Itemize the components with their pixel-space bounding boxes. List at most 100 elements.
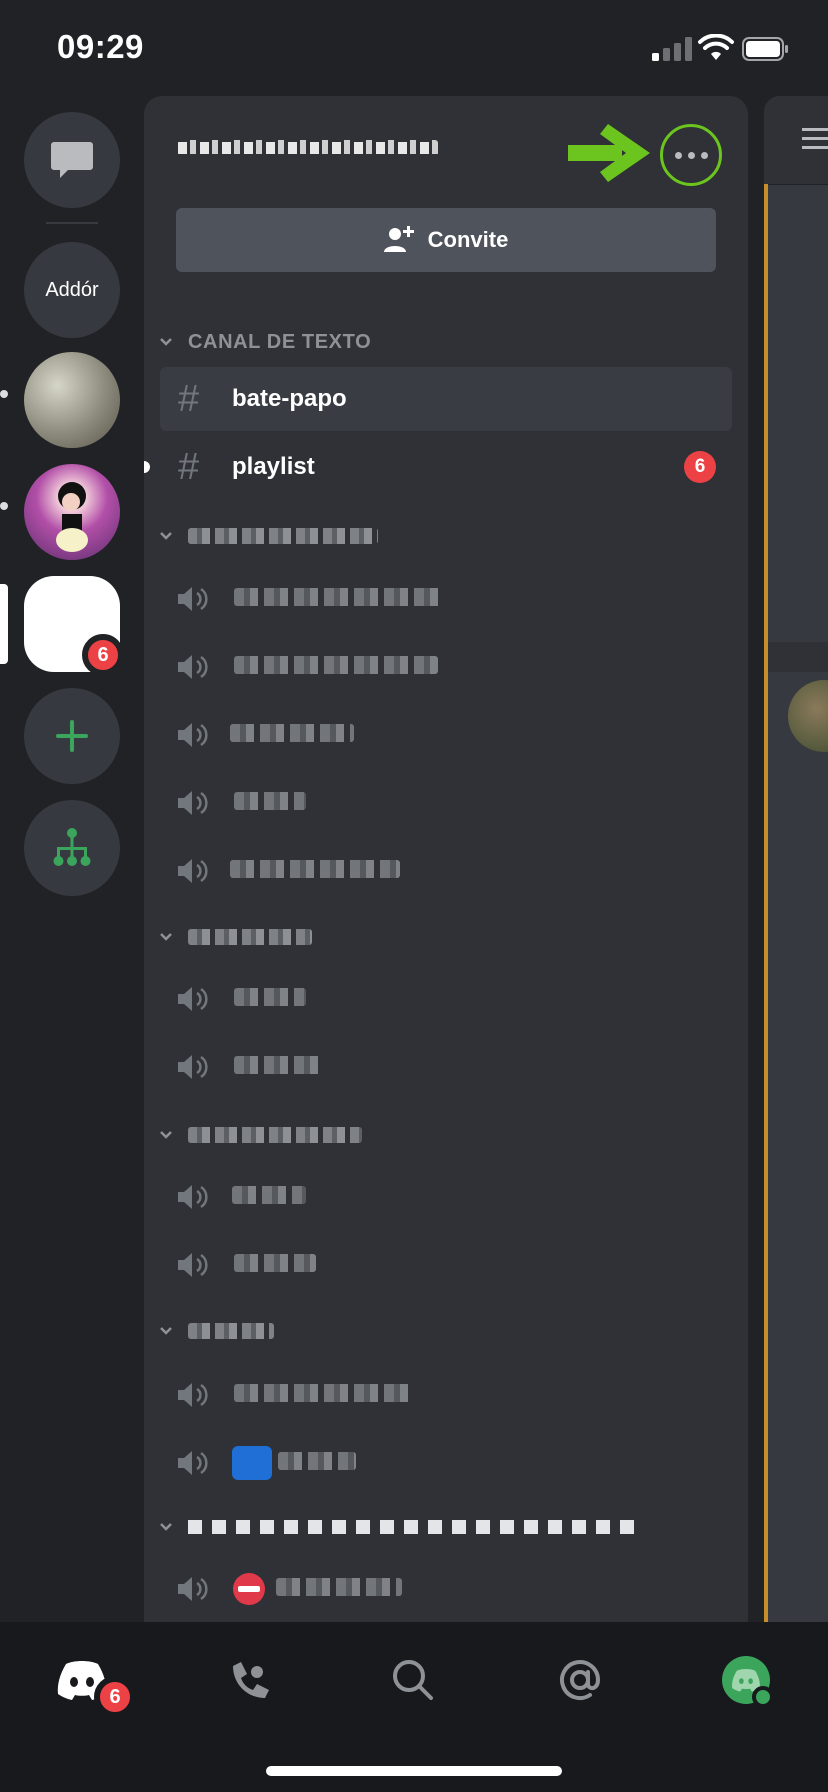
hashtag-icon: # <box>178 378 200 420</box>
add-user-icon <box>383 226 414 252</box>
category-name-squares <box>188 1520 634 1534</box>
speaker-icon <box>178 1055 208 1079</box>
more-dots-icon <box>674 151 708 159</box>
nav-search[interactable] <box>385 1652 441 1708</box>
chat-header <box>764 96 828 185</box>
category-header[interactable] <box>158 521 378 551</box>
cellular-signal-icon <box>652 37 692 61</box>
channel-name: bate-papo <box>232 385 347 412</box>
channel-playlist[interactable]: # playlist 6 <box>144 435 732 499</box>
voice-channel[interactable] <box>176 1166 716 1226</box>
channel-name: playlist <box>232 453 315 480</box>
chat-peek[interactable] <box>764 96 828 1622</box>
server-avatar-1[interactable] <box>24 352 120 448</box>
voice-channel[interactable] <box>176 636 716 696</box>
voice-channel-name-redacted <box>232 1186 306 1204</box>
category-name: CANAL DE TEXTO <box>188 330 372 353</box>
chevron-down-icon <box>160 1131 172 1139</box>
voice-channel[interactable] <box>176 1234 716 1294</box>
chevron-down-icon <box>160 933 172 941</box>
voice-channel-name-redacted <box>234 1056 320 1074</box>
invite-button[interactable]: Convite <box>176 208 716 272</box>
speaker-icon <box>178 1383 208 1407</box>
speaker-icon <box>178 655 208 679</box>
server-name-redacted <box>178 140 438 156</box>
chevron-down-icon <box>160 1327 172 1335</box>
category-name-redacted <box>188 929 312 945</box>
message-avatar[interactable] <box>788 680 828 752</box>
selected-server-indicator <box>0 584 8 664</box>
voice-channel[interactable] <box>176 704 716 764</box>
server-folder-button[interactable]: Addór <box>24 242 120 338</box>
server-rail: Addór 6 <box>0 96 144 1622</box>
category-name-redacted <box>188 1127 362 1143</box>
speaker-icon <box>178 1451 208 1475</box>
add-server-button[interactable] <box>24 688 120 784</box>
nav-friends[interactable] <box>222 1652 278 1708</box>
category-header[interactable] <box>158 1316 274 1346</box>
home-indicator[interactable] <box>266 1766 562 1776</box>
profile-avatar <box>722 1656 774 1708</box>
speaker-icon <box>178 1577 208 1601</box>
chevron-down-icon <box>160 532 172 540</box>
highlight-bar <box>764 184 768 1622</box>
channel-bate-papo[interactable]: # bate-papo <box>160 367 732 431</box>
speaker-icon <box>178 791 208 815</box>
voice-channel[interactable] <box>176 772 716 832</box>
discover-servers-button[interactable] <box>24 800 120 896</box>
server-mention-badge: 6 <box>82 634 124 676</box>
speaker-icon <box>178 723 208 747</box>
chat-bubble-icon <box>51 142 93 178</box>
speaker-icon <box>178 1253 208 1277</box>
hamburger-icon[interactable] <box>802 126 828 152</box>
category-name-redacted <box>188 1323 274 1339</box>
voice-channel[interactable] <box>176 968 716 1028</box>
server-folder-label: Addór <box>45 278 99 301</box>
divider-band <box>768 642 828 672</box>
voice-channel-name-redacted <box>234 792 306 810</box>
unread-indicator <box>144 461 150 473</box>
voice-channel[interactable] <box>176 1036 716 1096</box>
green-arrow-annotation <box>568 124 650 182</box>
rail-separator <box>46 222 98 224</box>
chevron-down-icon <box>160 338 172 346</box>
voice-channel[interactable] <box>176 568 716 628</box>
speaker-icon <box>178 987 208 1011</box>
direct-messages-button[interactable] <box>24 112 120 208</box>
category-header[interactable]: CANAL DE TEXTO <box>158 327 371 357</box>
voice-channel[interactable] <box>176 1432 716 1492</box>
hub-icon <box>53 828 91 866</box>
plus-icon <box>56 720 88 752</box>
online-status-dot <box>752 1686 774 1708</box>
channel-mention-badge: 6 <box>684 451 716 483</box>
server-unread-indicator <box>0 502 8 510</box>
voice-channel-name-redacted <box>234 656 438 674</box>
channel-emoji <box>232 1446 272 1480</box>
friends-icon <box>233 1662 269 1698</box>
category-header[interactable] <box>158 1120 362 1150</box>
home-notification-badge: 6 <box>94 1676 136 1718</box>
voice-channel[interactable] <box>176 1364 716 1424</box>
speaker-icon <box>178 587 208 611</box>
wifi-icon <box>698 34 734 60</box>
nav-mentions[interactable] <box>552 1652 608 1708</box>
battery-icon <box>742 37 788 61</box>
invite-label: Convite <box>427 227 509 252</box>
category-name-redacted <box>188 528 378 544</box>
speaker-icon <box>178 1185 208 1209</box>
voice-channel[interactable] <box>176 840 716 900</box>
voice-channel-name-redacted <box>234 1384 410 1402</box>
server-avatar-2[interactable] <box>24 464 120 560</box>
category-header[interactable] <box>158 922 312 952</box>
category-header[interactable] <box>158 1512 634 1542</box>
speaker-icon <box>178 859 208 883</box>
voice-channel[interactable] <box>176 1558 716 1618</box>
voice-channel-name-redacted <box>234 988 306 1006</box>
server-options-button[interactable] <box>660 124 722 186</box>
server-unread-indicator <box>0 390 8 398</box>
status-time: 09:29 <box>57 28 144 65</box>
voice-channel-name-redacted <box>276 1578 402 1596</box>
voice-channel-name-redacted <box>230 724 354 742</box>
nav-profile[interactable] <box>718 1652 774 1708</box>
voice-channel-name-redacted <box>234 588 444 606</box>
